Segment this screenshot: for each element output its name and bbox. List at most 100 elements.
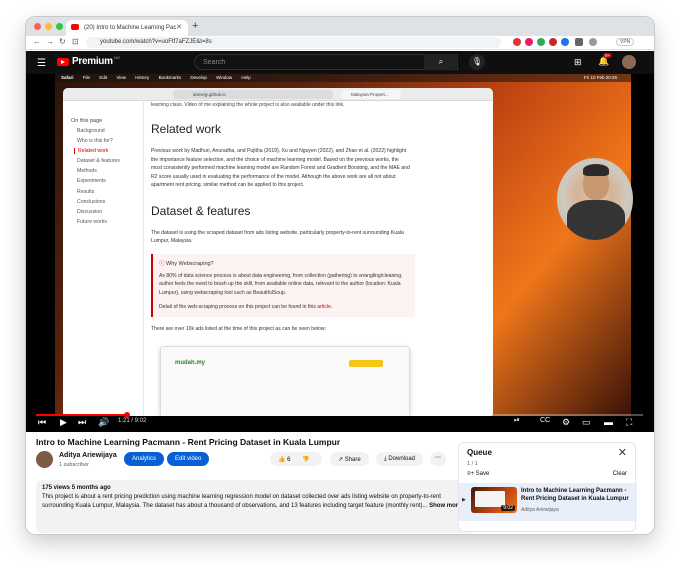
tab-title: (20) Intro to Machine Learning Pac (84, 25, 177, 31)
extension-2-icon[interactable] (525, 38, 533, 46)
previous-icon[interactable]: ⏮ (38, 417, 46, 428)
create-video-icon[interactable]: ⊞ (574, 57, 582, 68)
url-text: youtube.com/watch?v=uoFtf7aFZJE&t=8s (100, 39, 212, 45)
webscraping-callout: ⓘ Why Webscraping? As 80% of data scienc… (151, 253, 415, 317)
description-box[interactable]: 175 views 5 months ago This project is a… (36, 480, 474, 533)
toc-item: Experiments (77, 178, 106, 185)
queue-item[interactable]: ▶ 9:02 Intro to Machine Learning Pacmann… (459, 483, 637, 521)
zoom-window-button[interactable] (56, 23, 63, 30)
safari-url: ariewijy.github.io (173, 90, 333, 99)
microphone-icon[interactable]: 🎙 (469, 54, 485, 70)
play-icon[interactable]: ▶ (60, 417, 67, 428)
account-avatar[interactable] (622, 55, 636, 69)
reload-button[interactable]: ↻ (59, 37, 66, 46)
queue-count: 1 / 1 (467, 461, 478, 467)
theater-mode-icon[interactable]: ▬ (604, 417, 613, 427)
save-queue-button[interactable]: ≡+ Save (467, 471, 489, 477)
mac-menu-history: History (135, 75, 150, 80)
mac-menu-develop: Develop (190, 75, 207, 80)
view-stats: 175 views 5 months ago (42, 485, 111, 491)
duration-badge: 9:02 (501, 505, 515, 511)
thumbs-down-icon[interactable]: 👎 (302, 457, 309, 463)
close-window-button[interactable] (34, 23, 41, 30)
toc-item: Background (77, 128, 105, 134)
extension-1-icon[interactable] (513, 38, 521, 46)
callout-title-text: Why Webscraping? (166, 260, 214, 267)
queue-item-title[interactable]: Intro to Machine Learning Pacmann - Rent… (521, 487, 633, 503)
subtitles-icon[interactable]: CC (540, 417, 550, 424)
extension-3-icon[interactable] (537, 38, 545, 46)
mac-menu-help: Help (241, 75, 251, 80)
queue-item-channel: Aditya Ariewijaya (521, 507, 559, 513)
close-queue-icon[interactable]: ✕ (618, 446, 627, 459)
download-label: Download (388, 456, 416, 462)
toc-item: Results (77, 188, 95, 195)
back-button[interactable]: ← (33, 37, 41, 46)
playlist-add-icon: ≡+ (467, 471, 476, 477)
queue-panel: Queue ✕ 1 / 1 ≡+ Save Clear ▶ 9:02 Intro… (458, 442, 637, 532)
progress-bar[interactable] (36, 412, 643, 418)
extension-4-icon[interactable] (549, 38, 557, 46)
like-button[interactable]: 👍 6 👎 (270, 452, 322, 466)
search-input[interactable]: Search (194, 54, 458, 70)
share-button[interactable]: ↗ Share (330, 452, 369, 466)
heading-dataset: Dataset & features (151, 203, 251, 218)
mac-menu-view: View (116, 75, 127, 80)
url-input[interactable]: youtube.com/watch?v=uoFtf7aFZJE&t=8s (86, 37, 501, 48)
toc-item: Conclusions (77, 198, 106, 205)
puzzle-icon[interactable] (575, 38, 583, 46)
clear-queue-button[interactable]: Clear (613, 471, 627, 477)
close-tab-icon[interactable]: ✕ (176, 23, 182, 31)
profile-icon[interactable] (589, 38, 597, 46)
callout-text: As 80% of data science process is about … (159, 272, 403, 296)
mudah-logo: mudah.my (175, 360, 206, 366)
tab-bar: (20) Intro to Machine Learning Pac ✕ + (26, 17, 654, 36)
intro-line: learning class. Video of me explaining t… (151, 102, 345, 108)
new-tab-button[interactable]: + (192, 20, 198, 32)
channel-avatar[interactable] (36, 451, 53, 468)
vpn-button[interactable]: VPN (616, 38, 635, 46)
webcam-overlay (557, 158, 633, 240)
edit-video-button[interactable]: Edit video (167, 452, 210, 466)
download-button[interactable]: ⤓ Download (376, 452, 424, 466)
fullscreen-icon[interactable]: ⛶ (626, 417, 632, 428)
minimize-window-button[interactable] (45, 23, 52, 30)
share-icon: ↗ (338, 457, 345, 463)
browser-tab[interactable]: (20) Intro to Machine Learning Pac ✕ (66, 20, 188, 36)
volume-icon[interactable]: 🔊 (98, 417, 109, 428)
toc-divider (143, 102, 144, 416)
forward-button[interactable]: → (46, 37, 54, 46)
video-player[interactable]: Safari File Edit View History Bookmarks … (26, 74, 654, 432)
subscriber-count: 1 subscriber (59, 462, 89, 468)
toc-title: On this page (71, 118, 103, 124)
notification-badge: 9+ (603, 53, 613, 58)
callout-detail: Detail of the web-scraping process on th… (159, 304, 333, 310)
hamburger-menu-icon[interactable]: ☰ (37, 58, 46, 69)
extension-5-icon[interactable] (561, 38, 569, 46)
heading-related-work: Related work (151, 122, 222, 136)
safari-window: ariewijy.github.io Malaysia Propert... O… (63, 88, 493, 416)
article-body: learning class. Video of me explaining t… (151, 102, 476, 333)
queue-thumbnail[interactable]: 9:02 (471, 487, 517, 513)
channel-name[interactable]: Aditya Ariewijaya (59, 452, 117, 459)
next-icon[interactable]: ⏭ (78, 417, 86, 428)
toc-item: Discussion (77, 208, 103, 215)
search-button[interactable]: ⌕ (424, 54, 458, 70)
youtube-brand[interactable]: Premium (72, 56, 113, 67)
autoplay-toggle[interactable]: ⏯ (514, 417, 520, 425)
toc-item: Who is this for? (77, 138, 113, 145)
more-actions-button[interactable]: ⋯ (430, 452, 446, 466)
player-controls: ⏮ ▶ ⏭ 🔊 1:21 / 9:02 ⏯ CC ⚙ ▭ ▬ ⛶ (26, 412, 654, 432)
miniplayer-icon[interactable]: ▭ (582, 417, 591, 428)
table-of-contents: On this page Background Who is this for?… (71, 118, 141, 229)
show-more-button[interactable]: Show more (429, 503, 461, 509)
presenter-body (567, 200, 625, 240)
time-display: 1:21 / 9:02 (118, 418, 147, 424)
video-info-area: Intro to Machine Learning Pacmann - Rent… (26, 432, 654, 534)
analytics-button[interactable]: Analytics (124, 452, 165, 466)
like-count: 6 (287, 457, 291, 463)
info-icon: ⓘ (159, 260, 167, 267)
queue-title: Queue (467, 448, 492, 457)
settings-gear-icon[interactable]: ⚙ (562, 417, 570, 428)
tab-search-icon[interactable]: ⊡ (72, 37, 79, 46)
